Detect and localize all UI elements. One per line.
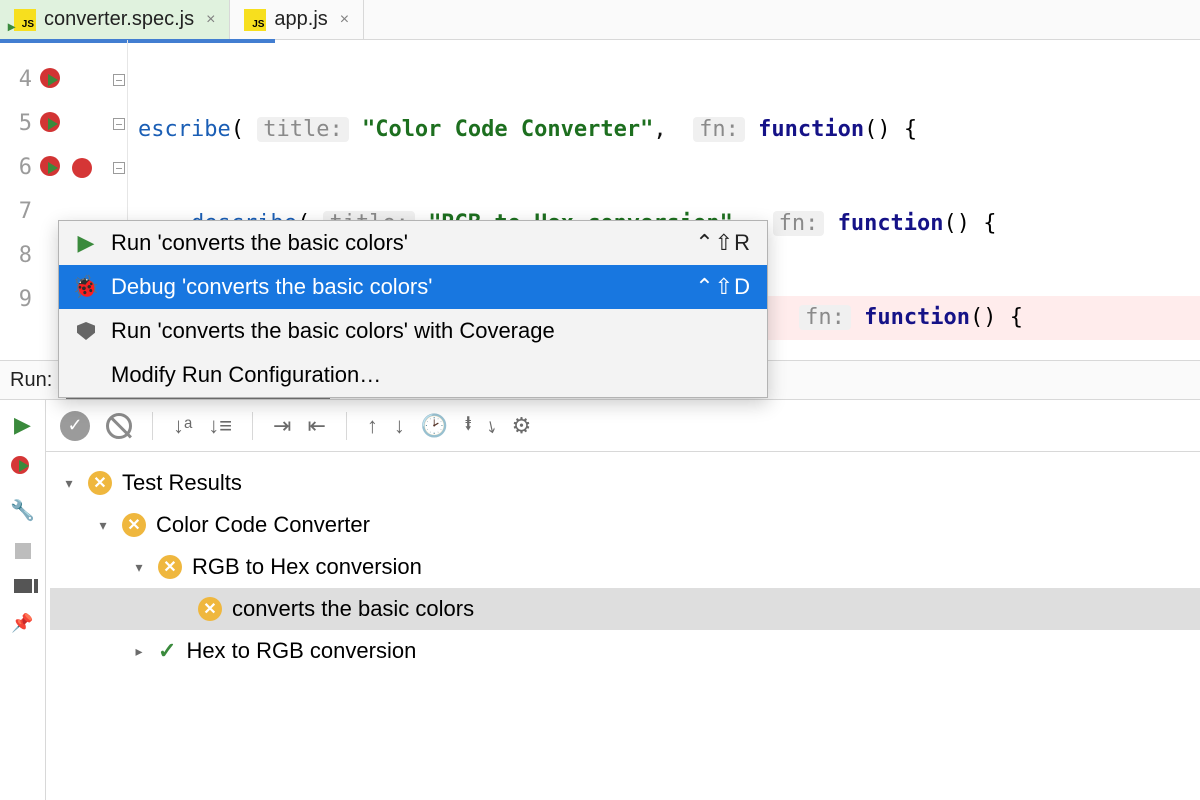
tree-label: Test Results	[122, 470, 242, 496]
menu-shortcut: ⌃⇧R	[695, 230, 751, 256]
chevron-down-icon[interactable]: ▾	[94, 517, 112, 534]
run-test-gutter-icon[interactable]	[44, 156, 68, 180]
fail-status-icon: ✕	[88, 471, 112, 495]
tree-suite[interactable]: ▾ ✕ Color Code Converter	[50, 504, 1200, 546]
fail-status-icon: ✕	[158, 555, 182, 579]
gear-icon[interactable]: ⚙	[512, 413, 532, 439]
code-editor[interactable]: 4 5 6 7 8 9 escribe( title: "Color Code …	[0, 40, 1200, 360]
results-pane: ✓ ↓ᵃ ↓≡ ⇥ ⇤ ↑ ↓ 🕑 ⭽ ⭏ ⚙ ▾ ✕ Test Results…	[46, 400, 1200, 800]
gutter-context-menu: ▶ Run 'converts the basic colors' ⌃⇧R 🐞 …	[58, 220, 768, 398]
tree-label: Hex to RGB conversion	[186, 638, 416, 664]
line-number: 6	[0, 146, 40, 190]
fail-status-icon: ✕	[198, 597, 222, 621]
menu-modify-config[interactable]: Modify Run Configuration…	[59, 353, 767, 397]
tab-label: converter.spec.js	[44, 8, 194, 31]
line-number-gutter: 4 5 6 7 8 9	[0, 40, 40, 360]
next-failed-icon[interactable]: ↓	[394, 413, 405, 439]
expand-all-icon[interactable]: ⇥	[273, 413, 291, 439]
chevron-down-icon[interactable]: ▾	[130, 559, 148, 576]
editor-tabs: JS converter.spec.js × JS app.js ×	[0, 0, 1200, 40]
menu-debug-test[interactable]: 🐞 Debug 'converts the basic colors' ⌃⇧D	[59, 265, 767, 309]
chevron-down-icon[interactable]: ▾	[60, 475, 78, 492]
collapse-all-icon[interactable]: ⇤	[307, 413, 325, 439]
line-number: 4	[0, 58, 40, 102]
debug-icon: 🐞	[75, 274, 97, 300]
tree-suite[interactable]: ▾ ✕ RGB to Hex conversion	[50, 546, 1200, 588]
export-icon[interactable]: ⭏	[488, 413, 496, 439]
tab-app[interactable]: JS app.js ×	[230, 0, 364, 39]
line-number: 9	[0, 278, 40, 322]
breakpoint-icon[interactable]	[72, 158, 92, 178]
line-number: 5	[0, 102, 40, 146]
tree-root[interactable]: ▾ ✕ Test Results	[50, 462, 1200, 504]
menu-run-test[interactable]: ▶ Run 'converts the basic colors' ⌃⇧R	[59, 221, 767, 265]
layout-icon[interactable]	[14, 579, 32, 593]
sort-duration-icon[interactable]: ↓≡	[208, 413, 232, 439]
history-icon[interactable]: 🕑	[421, 413, 448, 439]
run-panel-label: Run:	[10, 369, 52, 392]
js-file-icon: JS	[244, 9, 266, 31]
tree-label: Color Code Converter	[156, 512, 370, 538]
pass-status-icon: ✓	[158, 638, 176, 664]
fold-icon[interactable]	[113, 162, 125, 174]
menu-label: Modify Run Configuration…	[111, 362, 381, 388]
menu-label: Run 'converts the basic colors' with Cov…	[111, 318, 555, 344]
rerun-failed-icon[interactable]	[13, 458, 33, 478]
tree-suite[interactable]: ▸ ✓ Hex to RGB conversion	[50, 630, 1200, 672]
show-passed-icon[interactable]: ✓	[60, 411, 90, 441]
rerun-icon[interactable]: ▶	[14, 412, 31, 438]
close-icon[interactable]: ×	[340, 11, 349, 29]
pin-icon[interactable]: 📌	[11, 613, 33, 634]
tab-label: app.js	[274, 8, 327, 31]
test-toolbar: ✓ ↓ᵃ ↓≡ ⇥ ⇤ ↑ ↓ 🕑 ⭽ ⭏ ⚙	[46, 400, 1200, 452]
import-icon[interactable]: ⭽	[464, 407, 472, 445]
line-number: 7	[0, 190, 40, 234]
js-test-file-icon: JS	[14, 9, 36, 31]
menu-label: Debug 'converts the basic colors'	[111, 274, 432, 300]
menu-shortcut: ⌃⇧D	[695, 274, 751, 300]
separator	[346, 412, 347, 440]
run-test-gutter-icon[interactable]	[44, 112, 68, 136]
run-tool-sidebar: ▶ 🔧 📌	[0, 400, 46, 800]
fail-status-icon: ✕	[122, 513, 146, 537]
fold-icon[interactable]	[113, 74, 125, 86]
run-icon: ▶	[75, 230, 97, 256]
separator	[252, 412, 253, 440]
separator	[152, 412, 153, 440]
menu-run-coverage[interactable]: Run 'converts the basic colors' with Cov…	[59, 309, 767, 353]
menu-label: Run 'converts the basic colors'	[111, 230, 408, 256]
coverage-icon	[75, 322, 97, 340]
chevron-right-icon[interactable]: ▸	[130, 643, 148, 660]
tree-test[interactable]: ✕ converts the basic colors	[50, 588, 1200, 630]
run-panel-body: ▶ 🔧 📌 ✓ ↓ᵃ ↓≡ ⇥ ⇤ ↑ ↓ 🕑 ⭽ ⭏ ⚙ ▾ ✕	[0, 400, 1200, 800]
sort-alpha-icon[interactable]: ↓ᵃ	[173, 413, 192, 439]
stop-icon[interactable]	[15, 543, 31, 559]
tree-label: RGB to Hex conversion	[192, 554, 422, 580]
close-icon[interactable]: ×	[206, 11, 215, 29]
show-ignored-icon[interactable]	[106, 413, 132, 439]
tab-converter-spec[interactable]: JS converter.spec.js ×	[0, 0, 230, 39]
prev-failed-icon[interactable]: ↑	[367, 413, 378, 439]
fold-icon[interactable]	[113, 118, 125, 130]
test-tree[interactable]: ▾ ✕ Test Results ▾ ✕ Color Code Converte…	[46, 452, 1200, 672]
tree-label: converts the basic colors	[232, 596, 474, 622]
wrench-icon[interactable]: 🔧	[10, 498, 35, 523]
run-test-gutter-icon[interactable]	[44, 68, 68, 92]
line-number: 8	[0, 234, 40, 278]
